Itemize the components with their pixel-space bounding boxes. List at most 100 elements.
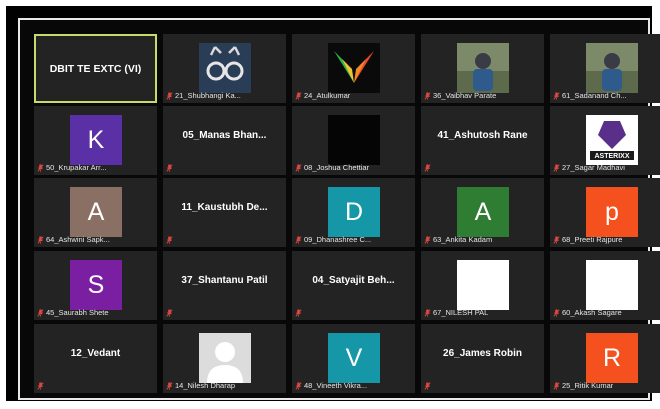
tile-footer [166,163,283,173]
tile-footer: 08_Joshua Chettiar [295,163,412,173]
tile-footer: 09_Dhanashree C... [295,235,412,245]
muted-mic-icon [295,92,302,100]
participant-tile[interactable]: 11_Kaustubh De... [163,178,286,247]
initial-avatar: A [70,187,122,237]
default-person-avatar [199,333,251,383]
tile-footer: 14_Nilesh Dharap [166,381,283,391]
muted-mic-icon [295,164,302,172]
participant-name: 04_Satyajit Beh... [312,275,395,286]
photo-avatar [586,43,638,93]
participant-name: 12_Vedant [70,348,121,359]
muted-mic-icon [166,309,173,317]
participant-tile[interactable]: S 45_Saurabh Shete [34,251,157,320]
participant-label: 64_Ashwini Sapk... [46,235,110,244]
white-avatar [586,260,638,310]
tile-footer [424,163,541,173]
participant-tile[interactable]: 37_Shantanu Patil [163,251,286,320]
participant-tile[interactable]: D 09_Dhanashree C... [292,178,415,247]
initial-avatar: A [457,187,509,237]
tile-footer [37,381,154,391]
initial-avatar: K [70,115,122,165]
participant-name: 11_Kaustubh De... [181,202,268,213]
initial-avatar: D [328,187,380,237]
participant-tile[interactable]: 67_NILESH PAL [421,251,544,320]
muted-mic-icon [166,92,173,100]
muted-mic-icon [553,164,560,172]
participant-label: 14_Nilesh Dharap [175,381,236,390]
participant-name: 41_Ashutosh Rane [437,130,528,141]
tile-footer: 60_Akash Sagare [553,308,660,318]
muted-mic-icon [295,236,302,244]
participant-label: 61_Sadanand Ch... [562,91,627,100]
participant-tile[interactable]: 04_Satyajit Beh... [292,251,415,320]
participant-tile[interactable]: R 25_Ritik Kumar [550,324,660,393]
tile-footer [166,235,283,245]
participant-tile[interactable]: 24_Atulkumar [292,34,415,103]
participant-name: 26_James Robin [443,348,522,359]
participant-label: 36_Vaibhav Parate [433,91,497,100]
muted-mic-icon [37,164,44,172]
participant-tile[interactable]: p 68_Preeti Rajpure [550,178,660,247]
participant-tile[interactable]: 21_Shubhangi Ka... [163,34,286,103]
muted-mic-icon [424,236,431,244]
white-avatar [457,260,509,310]
initial-avatar: R [586,333,638,383]
muted-mic-icon [424,309,431,317]
participant-tile[interactable]: 41_Ashutosh Rane [421,106,544,175]
participant-tile[interactable]: 14_Nilesh Dharap [163,324,286,393]
participant-label: 60_Akash Sagare [562,308,622,317]
participant-label: 21_Shubhangi Ka... [175,91,241,100]
muted-mic-icon [553,309,560,317]
participant-tile[interactable]: A 64_Ashwini Sapk... [34,178,157,247]
muted-mic-icon [424,164,431,172]
tile-footer: 48_Vineeth Vikra... [295,381,412,391]
participant-label: 50_Krupakar Arr... [46,163,107,172]
participant-name: DBIT TE EXTC (VI) [49,63,142,75]
participant-label: 08_Joshua Chettiar [304,163,370,172]
participant-tile[interactable]: 05_Manas Bhan... [163,106,286,175]
tile-footer: 61_Sadanand Ch... [553,91,660,101]
deer-glasses-avatar [199,43,251,93]
tile-footer: 50_Krupakar Arr... [37,163,154,173]
participant-label: 48_Vineeth Vikra... [304,381,368,390]
gallery-view: DBIT TE EXTC (VI) 21_Shubhangi Ka... 24_At… [18,18,660,400]
tile-footer [424,381,541,391]
muted-mic-icon [166,236,173,244]
participant-tile[interactable]: ASTERIXX 27_Sagar Madhavi [550,106,660,175]
tile-footer: 25_Ritik Kumar [553,381,660,391]
muted-mic-icon [166,164,173,172]
tile-footer: 21_Shubhangi Ka... [166,91,283,101]
participant-tile[interactable]: 26_James Robin [421,324,544,393]
participant-tile[interactable]: 36_Vaibhav Parate [421,34,544,103]
participant-tile[interactable]: V 48_Vineeth Vikra... [292,324,415,393]
participant-tile[interactable]: DBIT TE EXTC (VI) [34,34,157,103]
tile-footer: 63_Ankita Kadam [424,235,541,245]
participant-tile[interactable]: 60_Akash Sagare [550,251,660,320]
black-avatar [328,115,380,165]
svg-text:ASTERIXX: ASTERIXX [594,153,629,160]
participant-tile[interactable]: 12_Vedant [34,324,157,393]
tile-footer: 36_Vaibhav Parate [424,91,541,101]
tile-footer: 24_Atulkumar [295,91,412,101]
tile-footer: 64_Ashwini Sapk... [37,235,154,245]
initial-avatar: V [328,333,380,383]
muted-mic-icon [295,309,302,317]
colorful-wings-avatar [328,43,380,93]
participant-label: 25_Ritik Kumar [562,381,614,390]
participant-tile[interactable]: 08_Joshua Chettiar [292,106,415,175]
participant-label: 63_Ankita Kadam [433,235,493,244]
asterixx-logo-avatar: ASTERIXX [586,115,638,165]
participant-tile[interactable]: K 50_Krupakar Arr... [34,106,157,175]
tile-footer: 68_Preeti Rajpure [553,235,660,245]
participant-tile[interactable]: A 63_Ankita Kadam [421,178,544,247]
muted-mic-icon [553,382,560,390]
participant-label: 24_Atulkumar [304,91,351,100]
participant-tile[interactable]: 61_Sadanand Ch... [550,34,660,103]
tile-footer: 67_NILESH PAL [424,308,541,318]
tile-footer [166,308,283,318]
muted-mic-icon [553,92,560,100]
initial-avatar: p [586,187,638,237]
muted-mic-icon [424,92,431,100]
muted-mic-icon [37,236,44,244]
photo-avatar [457,43,509,93]
